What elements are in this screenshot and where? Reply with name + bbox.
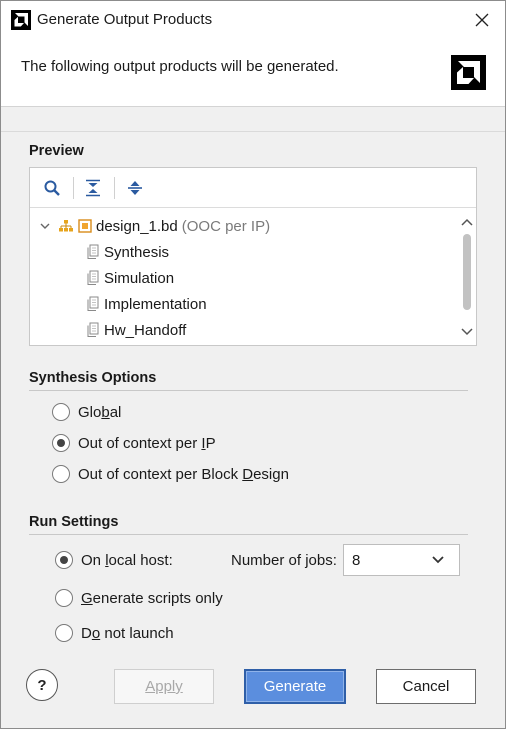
- apply-button: Apply: [114, 669, 214, 704]
- scroll-down-icon[interactable]: [460, 326, 474, 338]
- run-settings-title: Run Settings: [29, 514, 119, 530]
- expand-all-button[interactable]: [123, 176, 147, 200]
- radio-label: Out of context per Block Design: [78, 465, 289, 483]
- search-icon: [44, 180, 60, 196]
- tree-item-label: Simulation: [104, 269, 175, 287]
- radio-label: Generate scripts only: [81, 589, 223, 607]
- tree-item-label: Synthesis: [104, 243, 170, 261]
- dialog-header: The following output products will be ge…: [1, 39, 505, 107]
- header-separator: [1, 131, 505, 132]
- header-message: The following output products will be ge…: [21, 58, 339, 75]
- expand-all-icon: [128, 181, 142, 195]
- dialog-window: Generate Output Products The following o…: [0, 0, 506, 729]
- section-divider: [29, 534, 468, 535]
- tree-item-label: Implementation: [104, 295, 207, 313]
- help-button[interactable]: ?: [26, 669, 58, 701]
- preview-panel: design_1.bd (OOC per IP) Synthesis Simul…: [29, 167, 477, 346]
- radio-circle[interactable]: [55, 589, 73, 607]
- cancel-button[interactable]: Cancel: [376, 669, 476, 704]
- close-icon: [475, 13, 489, 27]
- radio-circle-selected[interactable]: [55, 551, 73, 569]
- chevron-down-icon[interactable]: [38, 219, 52, 233]
- amd-app-icon: [11, 10, 31, 30]
- tree-row-hw-handoff[interactable]: Hw_Handoff: [86, 317, 186, 341]
- tree-item-label: Hw_Handoff: [104, 321, 187, 339]
- document-icon: [87, 270, 99, 285]
- close-button[interactable]: [459, 1, 505, 39]
- tree-root-qualifier: (OOC per IP): [181, 217, 271, 235]
- radio-ooc-per-ip[interactable]: Out of context per IP: [52, 434, 216, 452]
- ooc-module-icon: [78, 219, 92, 233]
- tree-row-implementation[interactable]: Implementation: [86, 291, 207, 317]
- radio-label: Global: [78, 403, 122, 421]
- window-title: Generate Output Products: [37, 11, 213, 28]
- radio-circle-selected[interactable]: [52, 434, 70, 452]
- scroll-up-icon[interactable]: [460, 216, 474, 228]
- tree-root-label: design_1.bd: [96, 217, 178, 235]
- number-of-jobs-label: Number of jobs:: [231, 552, 337, 569]
- tree-row-root[interactable]: design_1.bd (OOC per IP): [38, 213, 270, 239]
- document-icon: [87, 244, 99, 259]
- synthesis-options-title: Synthesis Options: [29, 370, 157, 386]
- number-of-jobs-select[interactable]: 8: [343, 544, 460, 576]
- radio-global[interactable]: Global: [52, 403, 121, 421]
- scroll-thumb[interactable]: [463, 234, 471, 310]
- radio-do-not-launch[interactable]: Do not launch: [55, 624, 174, 642]
- radio-label: Out of context per IP: [78, 434, 216, 452]
- section-divider: [29, 390, 468, 391]
- radio-circle[interactable]: [55, 624, 73, 642]
- amd-logo-icon: [451, 55, 486, 90]
- toolbar-separator: [73, 177, 74, 199]
- collapse-all-button[interactable]: [81, 176, 105, 200]
- radio-circle[interactable]: [52, 403, 70, 421]
- chevron-down-icon: [432, 556, 444, 564]
- toolbar-separator: [114, 177, 115, 199]
- generate-button[interactable]: Generate: [244, 669, 346, 704]
- radio-local-host[interactable]: On local host:: [55, 551, 173, 569]
- radio-generate-scripts-only[interactable]: Generate scripts only: [55, 589, 223, 607]
- preview-title: Preview: [29, 143, 84, 159]
- output-products-tree: design_1.bd (OOC per IP) Synthesis Simul…: [30, 209, 458, 341]
- tree-scrollbar[interactable]: [460, 212, 474, 342]
- radio-label: Do not launch: [81, 624, 174, 642]
- title-bar: Generate Output Products: [1, 1, 505, 39]
- radio-ooc-per-block-design[interactable]: Out of context per Block Design: [52, 465, 289, 483]
- document-icon: [87, 296, 99, 311]
- tree-row-synthesis[interactable]: Synthesis: [86, 239, 169, 265]
- radio-circle[interactable]: [52, 465, 70, 483]
- block-design-icon: [59, 220, 73, 232]
- search-button[interactable]: [40, 176, 64, 200]
- collapse-all-icon: [86, 179, 100, 197]
- document-icon: [87, 322, 99, 337]
- radio-label: On local host:: [81, 551, 173, 569]
- jobs-value: 8: [352, 551, 361, 569]
- tree-row-simulation[interactable]: Simulation: [86, 265, 174, 291]
- preview-toolbar: [30, 168, 476, 208]
